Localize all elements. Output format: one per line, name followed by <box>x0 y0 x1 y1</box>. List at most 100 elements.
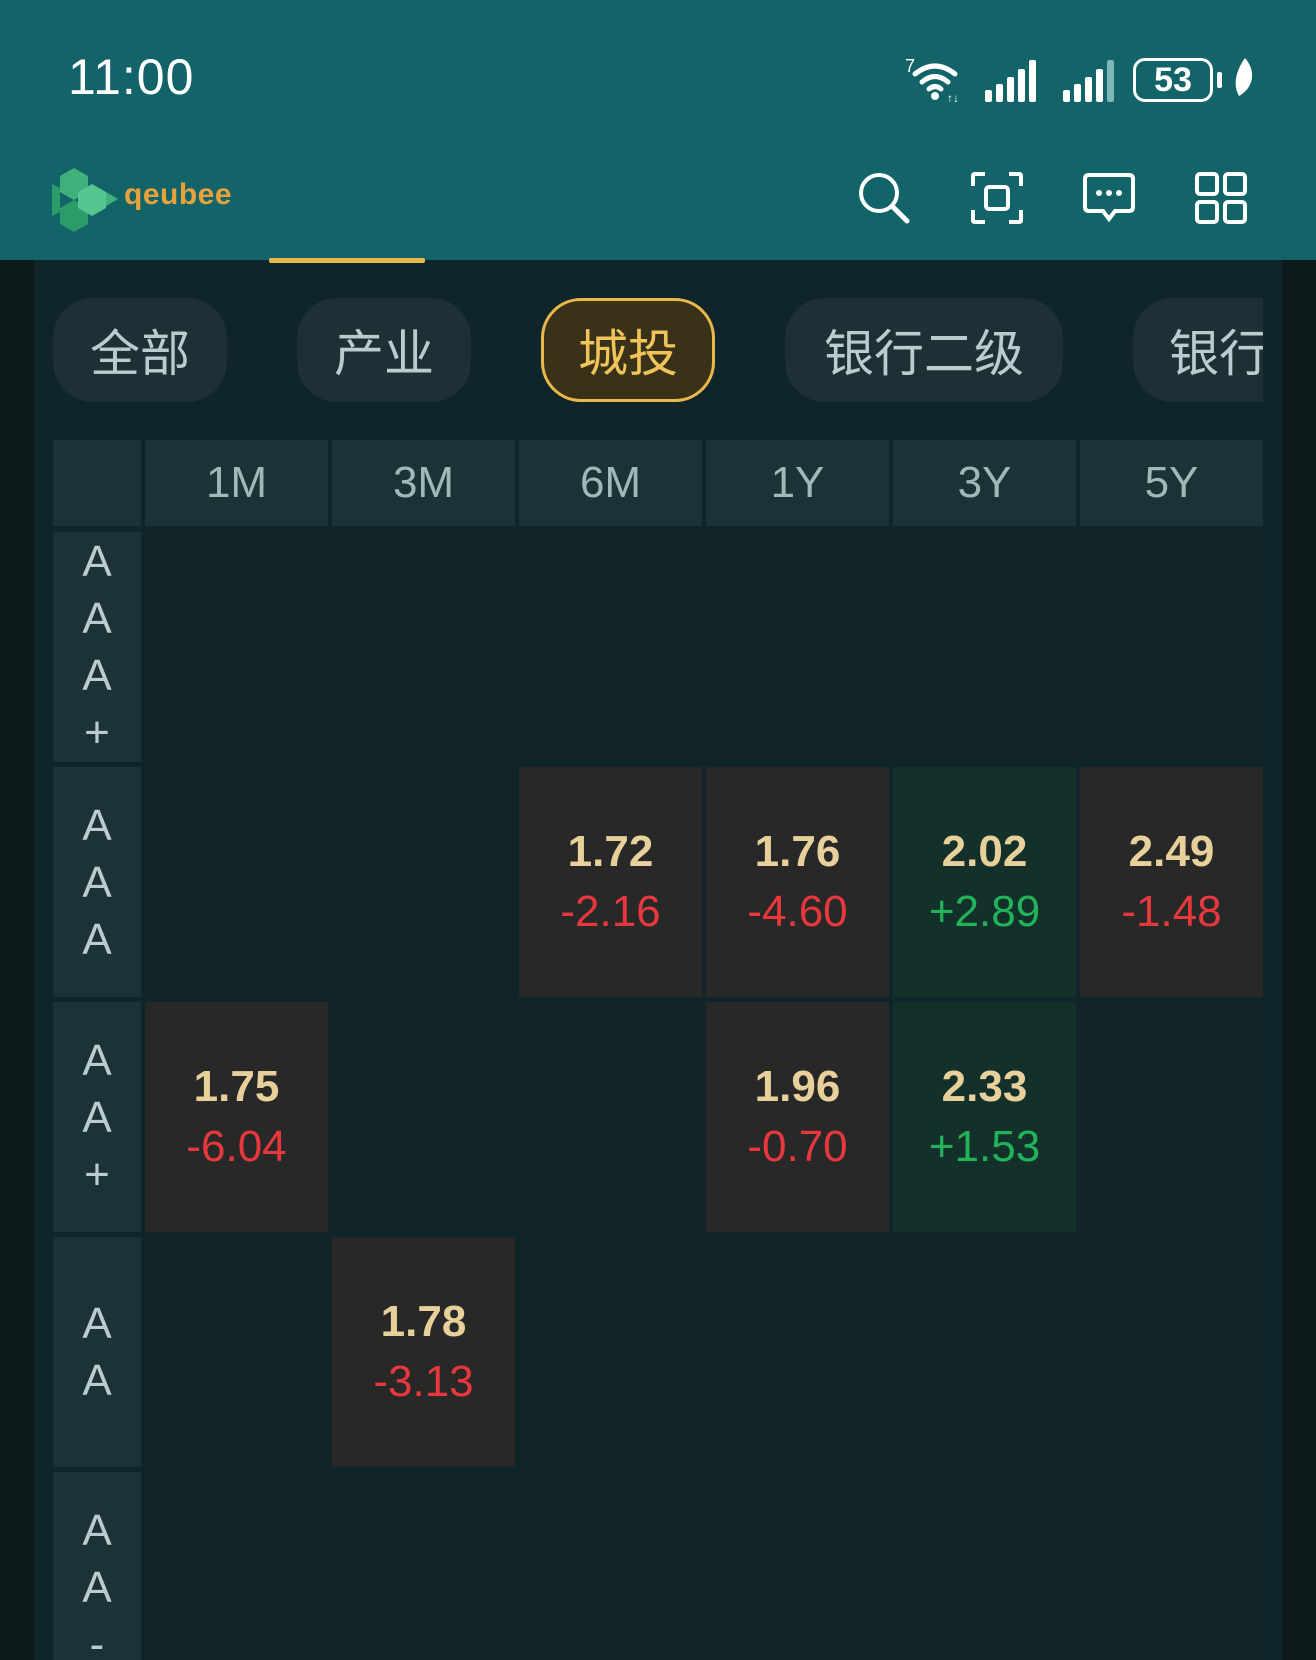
column-header-6m[interactable]: 6M <box>519 440 702 526</box>
matrix-cell <box>145 1237 328 1467</box>
cell-change: +1.53 <box>928 1122 1041 1171</box>
chip-chengtou[interactable]: 城投 <box>541 298 715 402</box>
chip-label: 银行二级 <box>824 325 1024 383</box>
matrix-cell <box>332 1002 515 1232</box>
chip-bank-tier2[interactable]: 银行二级 <box>785 298 1063 402</box>
matrix-cell <box>519 1002 702 1232</box>
filter-chip-bar: 全部 产业 城投 银行二级 银行 <box>53 298 1263 408</box>
svg-text:↑↓: ↑↓ <box>947 91 959 102</box>
matrix-cell <box>1080 1472 1263 1660</box>
matrix-cell <box>706 1237 889 1467</box>
cell-yield: 1.76 <box>754 827 841 876</box>
row-rating-label: A A A + <box>53 532 141 762</box>
matrix-cell <box>893 532 1076 762</box>
chip-label: 产业 <box>334 325 434 383</box>
rating-char: + <box>84 1149 110 1199</box>
row-rating-label: A A + <box>53 1002 141 1232</box>
grid-icon <box>1195 172 1247 224</box>
chip-industry[interactable]: 产业 <box>297 298 471 402</box>
scan-button[interactable] <box>967 168 1027 228</box>
cell-yield: 1.75 <box>193 1062 280 1111</box>
matrix-cell <box>145 1472 328 1660</box>
cell-change: -0.70 <box>747 1122 848 1171</box>
chip-all[interactable]: 全部 <box>53 298 227 402</box>
cell-yield: 2.49 <box>1128 827 1215 876</box>
cell-yield: 2.33 <box>941 1062 1028 1111</box>
rating-char: A <box>82 914 112 964</box>
battery-icon: 53 <box>1133 58 1213 102</box>
column-header-3m[interactable]: 3M <box>332 440 515 526</box>
leaf-icon <box>1235 58 1253 96</box>
matrix-cell <box>332 767 515 997</box>
rating-char: + <box>84 708 110 757</box>
matrix-cell <box>893 1237 1076 1467</box>
message-button[interactable] <box>1079 168 1139 228</box>
matrix-cell[interactable]: 2.02 +2.89 <box>893 767 1076 997</box>
table-corner <box>53 440 141 526</box>
cell-change: -4.60 <box>747 887 848 936</box>
rating-char: A <box>82 1092 112 1142</box>
row-rating-label: AAA <box>53 767 141 997</box>
matrix-cell <box>519 1472 702 1660</box>
rating-char: A <box>82 537 112 586</box>
cell-yield: 2.02 <box>941 827 1028 876</box>
rating-char: A <box>82 1035 112 1085</box>
app-bar: qeubee <box>0 140 1316 260</box>
signal-icon-secondary <box>1063 60 1114 102</box>
chip-bank[interactable]: 银行 <box>1133 298 1263 402</box>
row-rating-label: AA <box>53 1237 141 1467</box>
matrix-cell <box>893 1472 1076 1660</box>
matrix-cell <box>145 532 328 762</box>
column-header-5y[interactable]: 5Y <box>1080 440 1263 526</box>
matrix-cell[interactable]: 2.33 +1.53 <box>893 1002 1076 1232</box>
message-icon <box>1083 173 1135 223</box>
matrix-cell <box>706 532 889 762</box>
matrix-cell <box>706 1472 889 1660</box>
matrix-cell <box>519 532 702 762</box>
battery-level: 53 <box>1154 60 1192 99</box>
cell-change: -6.04 <box>186 1122 287 1171</box>
search-button[interactable] <box>854 168 914 228</box>
matrix-cell[interactable]: 1.76 -4.60 <box>706 767 889 997</box>
matrix-cell[interactable]: 1.75 -6.04 <box>145 1002 328 1232</box>
status-time: 11:00 <box>68 49 195 105</box>
chip-label: 银行 <box>1169 325 1263 383</box>
matrix-cell[interactable]: 1.72 -2.16 <box>519 767 702 997</box>
cell-yield: 1.96 <box>754 1062 841 1111</box>
column-header-1y[interactable]: 1Y <box>706 440 889 526</box>
rating-char: A <box>82 857 112 907</box>
matrix-cell <box>519 1237 702 1467</box>
matrix-cell[interactable]: 1.78 -3.13 <box>332 1237 515 1467</box>
battery-tip <box>1217 72 1222 88</box>
tab-indicator <box>269 258 425 263</box>
matrix-cell <box>332 1472 515 1660</box>
rating-char: A <box>82 651 112 700</box>
rating-char: - <box>89 1619 105 1660</box>
table-header-row: 1M 3M 6M 1Y 3Y 5Y <box>53 440 1263 526</box>
matrix-cell[interactable]: 1.96 -0.70 <box>706 1002 889 1232</box>
matrix-cell <box>1080 1002 1263 1232</box>
cell-change: +2.89 <box>928 887 1041 936</box>
rating-char: A <box>82 594 112 643</box>
scan-icon <box>971 172 1023 224</box>
matrix-cell <box>332 532 515 762</box>
column-header-3y[interactable]: 3Y <box>893 440 1076 526</box>
matrix-cell <box>1080 1237 1263 1467</box>
wifi-icon: 7 ↑↓ <box>905 56 959 102</box>
chip-label: 全部 <box>90 325 190 383</box>
cell-change: -1.48 <box>1121 887 1222 936</box>
matrix-cell[interactable]: 2.49 -1.48 <box>1080 767 1263 997</box>
logo-text: qeubee <box>124 178 233 211</box>
status-bar: 11:00 7 ↑↓ 53 <box>0 0 1316 130</box>
column-header-1m[interactable]: 1M <box>145 440 328 526</box>
rating-char: A <box>82 800 112 850</box>
rating-char: A <box>82 1299 112 1348</box>
grid-menu-button[interactable] <box>1191 168 1251 228</box>
cell-yield: 1.78 <box>380 1297 467 1346</box>
rating-char: A <box>82 1356 112 1405</box>
chip-label: 城投 <box>578 325 678 383</box>
cell-change: -2.16 <box>560 887 661 936</box>
cell-yield: 1.72 <box>567 827 654 876</box>
search-icon <box>859 173 910 224</box>
rating-char: A <box>82 1562 112 1612</box>
